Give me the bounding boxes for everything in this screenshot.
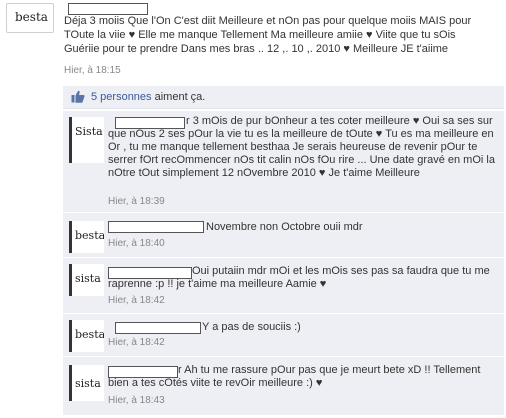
comment-timestamp[interactable]: Hier, à 18:43 <box>108 395 165 406</box>
comment: sista r Ah tu me rassure pOur pas que je… <box>63 356 504 415</box>
avatar-label: besta <box>75 229 104 242</box>
avatar-label: besta <box>15 10 48 24</box>
comment-timestamp[interactable]: Hier, à 18:42 <box>108 295 165 306</box>
commenter-avatar[interactable]: Sista <box>69 117 104 163</box>
likes-suffix: aiment ça. <box>154 91 206 103</box>
likes-count-link[interactable]: 5 personnes <box>91 91 152 103</box>
comment-text: r 3 mOis de pur bOnheur a tes coter meil… <box>108 115 495 179</box>
comment-text: Y a pas de souciis :) <box>202 321 301 333</box>
avatar-label: sista <box>75 377 101 390</box>
author-avatar[interactable]: besta <box>6 3 54 33</box>
commenter-avatar[interactable]: besta <box>69 320 104 352</box>
commenter-avatar[interactable]: sista <box>69 264 104 296</box>
comment: besta Y a pas de souciis :) Hier, à 18:4… <box>63 313 504 356</box>
likes-row: 5 personnes aiment ça. <box>63 86 504 109</box>
comment-timestamp[interactable]: Hier, à 18:40 <box>108 238 165 249</box>
avatar-label: Sista <box>75 125 103 138</box>
commenter-avatar[interactable]: sista <box>69 365 104 401</box>
post-text: Déja 3 moiis Que l'On C'est diit Meilleu… <box>64 15 472 55</box>
likes-text: 5 personnes aiment ça. <box>91 91 205 103</box>
wall-post: besta Déja 3 moiis Que l'On C'est diit M… <box>0 0 506 82</box>
comment: sista Oui putaiin mdr mOi et les mOis se… <box>63 257 504 313</box>
comment-text: Novembre non Octobre ouii mdr <box>206 221 363 233</box>
comment-text: Oui putaiin mdr mOi et les mOis ses pas … <box>108 265 490 290</box>
thumbs-up-icon <box>71 90 85 103</box>
avatar-label: sista <box>75 272 101 285</box>
post-timestamp[interactable]: Hier, à 18:15 <box>64 65 121 76</box>
comment-text: r Ah tu me rassure pOur pas que je meurt… <box>108 364 481 389</box>
comment-timestamp[interactable]: Hier, à 18:39 <box>108 196 165 207</box>
avatar-label: besta <box>75 328 104 341</box>
comment-timestamp[interactable]: Hier, à 18:42 <box>108 337 165 348</box>
comment: besta Novembre non Octobre ouii mdr Hier… <box>63 212 504 257</box>
commenter-avatar[interactable]: besta <box>69 221 104 253</box>
comment: Sista r 3 mOis de pur bOnheur a tes cote… <box>63 110 504 212</box>
